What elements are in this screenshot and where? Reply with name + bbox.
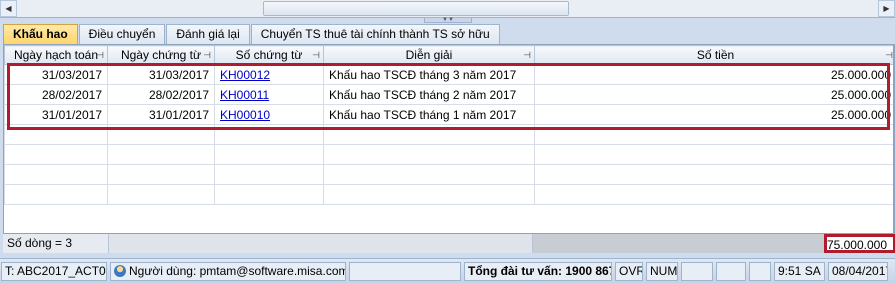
status-hotline: Tổng đài tư vấn: 1900 8677 bbox=[464, 261, 612, 281]
splitter-handle[interactable]: ▼▼ bbox=[424, 17, 472, 23]
cell-description: Khấu hao TSCĐ tháng 2 năm 2017 bbox=[323, 84, 535, 105]
table-row[interactable]: 31/01/2017 31/01/2017 KH00010 Khấu hao T… bbox=[4, 104, 895, 125]
depreciation-grid: Ngày hạch toán ⊣ Ngày chứng từ ⊣ Số chứng … bbox=[3, 44, 895, 253]
cell-amount: 25.000.000 bbox=[534, 64, 895, 85]
status-user: Người dùng: pmtam@software.misa.com.vn bbox=[110, 261, 346, 281]
cell-doc-date: 31/01/2017 bbox=[107, 104, 215, 125]
pin-icon[interactable]: ⊣ bbox=[885, 50, 893, 61]
status-bar: T: ABC2017_ACT04 Người dùng: pmtam@softw… bbox=[0, 258, 895, 283]
arrow-right-icon[interactable]: ▶ bbox=[878, 0, 895, 17]
pin-icon[interactable]: ⊣ bbox=[312, 50, 320, 61]
pin-icon[interactable]: ⊣ bbox=[523, 50, 531, 61]
tab-danh-gia-lai[interactable]: Đánh giá lại bbox=[166, 24, 250, 44]
status-empty bbox=[749, 261, 771, 281]
tab-bar: Khấu hao Điều chuyển Đánh giá lại Chuyển… bbox=[3, 24, 501, 45]
column-header-amount[interactable]: Số tiền ⊣ bbox=[534, 45, 895, 65]
empty-row bbox=[4, 144, 895, 165]
grid-header: Ngày hạch toán ⊣ Ngày chứng từ ⊣ Số chứng … bbox=[4, 45, 895, 65]
column-header-description[interactable]: Diễn giải ⊣ bbox=[323, 45, 535, 65]
table-row[interactable]: 31/03/2017 31/03/2017 KH00012 Khấu hao T… bbox=[4, 64, 895, 85]
empty-row bbox=[4, 124, 895, 145]
status-user-label: Người dùng: pmtam@software.misa.com.vn bbox=[129, 263, 346, 278]
status-empty bbox=[349, 261, 461, 281]
pin-icon[interactable]: ⊣ bbox=[203, 50, 211, 61]
cell-doc-no: KH00012 bbox=[214, 64, 324, 85]
horizontal-scrollbar[interactable]: ◀ ▶ bbox=[0, 0, 895, 18]
cell-posting-date: 28/02/2017 bbox=[4, 84, 108, 105]
scrollbar-thumb[interactable] bbox=[263, 1, 569, 16]
status-num: NUM bbox=[646, 261, 678, 281]
cell-description: Khấu hao TSCĐ tháng 3 năm 2017 bbox=[323, 64, 535, 85]
empty-row bbox=[4, 164, 895, 185]
column-header-posting-date[interactable]: Ngày hạch toán ⊣ bbox=[4, 45, 108, 65]
column-label: Ngày chứng từ bbox=[120, 48, 202, 62]
empty-row bbox=[4, 184, 895, 205]
cell-doc-no: KH00011 bbox=[214, 84, 324, 105]
column-label: Ngày hạch toán bbox=[13, 48, 99, 62]
cell-doc-no: KH00010 bbox=[214, 104, 324, 125]
user-icon bbox=[114, 264, 126, 277]
doc-no-link[interactable]: KH00012 bbox=[220, 68, 270, 82]
cell-amount: 25.000.000 bbox=[534, 84, 895, 105]
table-row[interactable]: 28/02/2017 28/02/2017 KH00011 Khấu hao T… bbox=[4, 84, 895, 105]
tab-khau-hao[interactable]: Khấu hao bbox=[3, 24, 78, 45]
arrow-left-icon[interactable]: ◀ bbox=[0, 0, 17, 17]
column-header-doc-date[interactable]: Ngày chứng từ ⊣ bbox=[107, 45, 215, 65]
doc-no-link[interactable]: KH00011 bbox=[220, 88, 269, 102]
column-label: Số tiền bbox=[696, 48, 735, 62]
column-label: Diễn giải bbox=[405, 48, 453, 62]
cell-description: Khấu hao TSCĐ tháng 1 năm 2017 bbox=[323, 104, 535, 125]
status-empty bbox=[716, 261, 746, 281]
column-header-doc-no[interactable]: Số chứng từ ⊣ bbox=[214, 45, 324, 65]
doc-no-link[interactable]: KH00010 bbox=[220, 108, 270, 122]
row-count: Số dòng = 3 bbox=[3, 234, 109, 253]
status-empty bbox=[681, 261, 713, 281]
status-database: T: ABC2017_ACT04 bbox=[1, 261, 107, 281]
total-amount: 75.000.000 bbox=[823, 234, 895, 253]
cell-amount: 25.000.000 bbox=[534, 104, 895, 125]
status-ovr: OVR bbox=[615, 261, 643, 281]
column-label: Số chứng từ bbox=[235, 48, 303, 62]
cell-doc-date: 28/02/2017 bbox=[107, 84, 215, 105]
cell-posting-date: 31/03/2017 bbox=[4, 64, 108, 85]
cell-posting-date: 31/01/2017 bbox=[4, 104, 108, 125]
grid-footer: Số dòng = 3 75.000.000 bbox=[3, 233, 895, 253]
status-time: 9:51 SA bbox=[774, 261, 825, 281]
footer-spacer bbox=[108, 234, 534, 253]
footer-spacer bbox=[533, 234, 824, 253]
status-date: 08/04/2017 bbox=[828, 261, 888, 281]
tab-dieu-chuyen[interactable]: Điều chuyển bbox=[78, 24, 166, 44]
pin-icon[interactable]: ⊣ bbox=[96, 50, 104, 61]
cell-doc-date: 31/03/2017 bbox=[107, 64, 215, 85]
tab-chuyen-ts-thue[interactable]: Chuyển TS thuê tài chính thành TS sở hữu bbox=[250, 24, 500, 44]
